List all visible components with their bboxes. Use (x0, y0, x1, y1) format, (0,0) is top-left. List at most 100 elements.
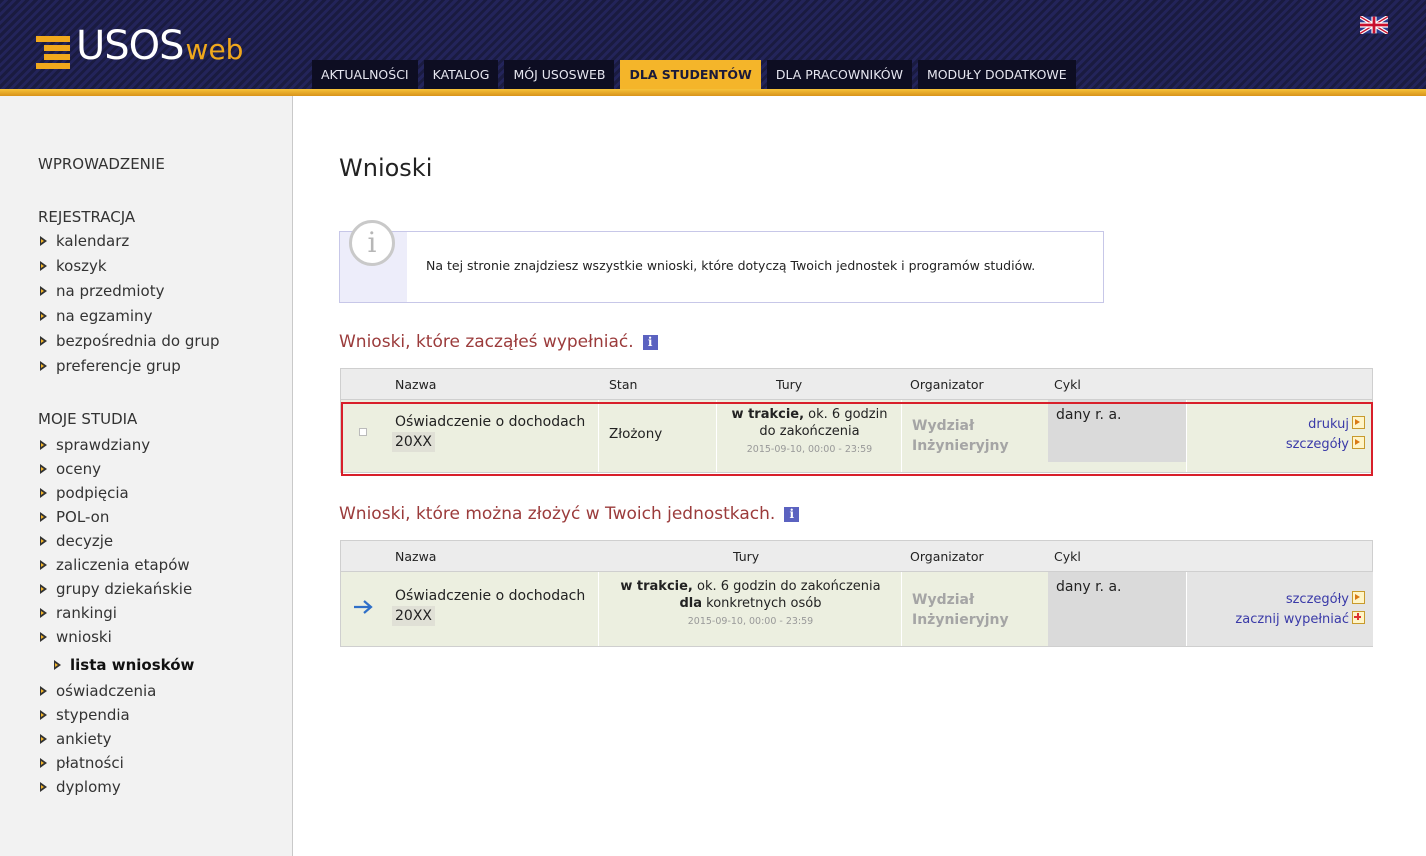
rounds-cell: w trakcie, ok. 6 godzin do zakończenia d… (598, 572, 902, 646)
application-rounds: w trakcie, ok. 6 godzin do zakończenia d… (599, 578, 902, 630)
details-link[interactable]: szczegóły (1285, 436, 1365, 452)
sidebar-item-sprawdziany[interactable]: sprawdziany (40, 436, 150, 454)
status-cell: Złożony (598, 400, 717, 472)
bullet-arrow-icon (40, 361, 47, 371)
sidebar-item-grupy-dziekanskie[interactable]: grupy dziekańskie (40, 580, 192, 598)
round-date: 2015-09-10, 00:00 - 23:59 (746, 444, 873, 455)
sidebar-item-rankingi[interactable]: rankingi (40, 604, 117, 622)
bullet-arrow-icon (40, 464, 47, 474)
header-accent-bar (0, 89, 1426, 96)
sidebar-item-label: kalendarz (56, 232, 130, 250)
sidebar-item-ankiety[interactable]: ankiety (40, 730, 112, 748)
round-status: w trakcie, (731, 407, 805, 422)
bullet-arrow-icon (40, 261, 47, 271)
tab-katalog[interactable]: KATALOG (423, 60, 499, 90)
sidebar-item-label: na egzaminy (56, 307, 153, 325)
application-rounds: w trakcie, ok. 6 godzin do zakończenia 2… (717, 406, 902, 458)
cycle-value: dany r. a. (1056, 579, 1122, 595)
sidebar-heading-rejestracja[interactable]: REJESTRACJA (38, 208, 135, 226)
column-header-organizer: Organizator (910, 549, 984, 564)
column-header-name: Nazwa (395, 549, 437, 564)
application-status: Złożony (609, 426, 663, 442)
row-actions: szczegóły zacznij wypełniać (1235, 590, 1365, 630)
sidebar-heading-wprowadzenie[interactable]: WPROWADZENIE (38, 155, 165, 173)
sidebar-item-label: oceny (56, 460, 102, 478)
tab-aktualnosci[interactable]: AKTUALNOŚCI (312, 60, 418, 90)
bullet-arrow-icon (40, 311, 47, 321)
usosweb-logo[interactable]: USOS web (36, 18, 244, 69)
sidebar-item-koszyk[interactable]: koszyk (40, 257, 107, 275)
round-remaining-2: do zakończenia (759, 424, 860, 439)
rounds-cell: w trakcie, ok. 6 godzin do zakończenia 2… (716, 400, 902, 472)
sidebar-item-label: zaliczenia etapów (56, 556, 190, 574)
sidebar-item-lista-wnioskow[interactable]: lista wniosków (54, 656, 194, 674)
checkbox-icon[interactable] (359, 428, 367, 436)
sidebar-item-kalendarz[interactable]: kalendarz (40, 232, 129, 250)
sidebar-item-podpiecia[interactable]: podpięcia (40, 484, 129, 502)
organizer-line1: Wydział (912, 418, 975, 434)
sidebar-item-label: płatności (56, 754, 124, 772)
start-filling-link-label: zacznij wypełniać (1235, 612, 1349, 627)
round-target: konkretnych osób (702, 596, 822, 611)
sidebar-item-stypendia[interactable]: stypendia (40, 706, 130, 724)
tab-dla-pracownikow[interactable]: DLA PRACOWNIKÓW (766, 60, 912, 90)
sidebar-item-label: preferencje grup (56, 357, 181, 375)
actions-cell: szczegóły zacznij wypełniać (1186, 572, 1373, 646)
sidebar-heading-moje-studia[interactable]: MOJE STUDIA (38, 410, 137, 428)
sidebar-item-zaliczenia-etapow[interactable]: zaliczenia etapów (40, 556, 190, 574)
info-icon[interactable]: i (784, 506, 800, 522)
sidebar-item-label: bezpośrednia do grup (56, 332, 220, 350)
sidebar-item-preferencje-grup[interactable]: preferencje grup (40, 357, 181, 375)
available-applications-table: Nazwa Tury Organizator Cykl Oświadczenie… (340, 540, 1373, 647)
arrow-right-icon[interactable] (353, 600, 373, 614)
sidebar-item-label: lista wniosków (70, 656, 195, 674)
row-actions: drukuj szczegóły (1286, 415, 1365, 455)
logo-mark-icon (36, 28, 72, 69)
column-header-cycle: Cykl (1054, 549, 1081, 564)
logo-subtext: web (185, 33, 244, 66)
sidebar-item-na-przedmioty[interactable]: na przedmioty (40, 282, 165, 300)
uk-flag-icon[interactable] (1360, 16, 1388, 34)
application-name[interactable]: Oświadczenie o dochodach 20XX (392, 412, 586, 452)
bullet-arrow-icon (40, 584, 47, 594)
sidebar-item-bezposrednia-do-grup[interactable]: bezpośrednia do grup (40, 332, 220, 350)
sidebar-item-wnioski[interactable]: wnioski (40, 628, 112, 646)
sidebar-item-label: grupy dziekańskie (56, 580, 193, 598)
sidebar-item-platnosci[interactable]: płatności (40, 754, 124, 772)
tab-dla-studentow[interactable]: DLA STUDENTÓW (620, 60, 761, 90)
sidebar-item-label: oświadczenia (56, 682, 157, 700)
sidebar-item-oceny[interactable]: oceny (40, 460, 101, 478)
sidebar-item-dyplomy[interactable]: dyplomy (40, 778, 121, 796)
sidebar-item-na-egzaminy[interactable]: na egzaminy (40, 307, 152, 325)
bullet-arrow-icon (40, 286, 47, 296)
round-status: w trakcie, (620, 579, 693, 594)
tab-moj-usosweb[interactable]: MÓJ USOSWEB (504, 60, 615, 90)
application-name-text: Oświadczenie o dochodach (395, 414, 586, 430)
bullet-arrow-icon (40, 512, 47, 522)
organizer-cell: Wydział Inżynieryjny (901, 572, 1046, 646)
print-link-label: drukuj (1308, 417, 1349, 432)
section-title-available: Wnioski, które można złożyć w Twoich jed… (339, 504, 800, 524)
application-year: 20XX (392, 606, 435, 626)
application-name[interactable]: Oświadczenie o dochodach 20XX (392, 586, 585, 626)
sidebar-item-decyzje[interactable]: decyzje (40, 532, 113, 550)
tab-moduly-dodatkowe[interactable]: MODUŁY DODATKOWE (917, 60, 1076, 90)
print-link[interactable]: drukuj (1308, 416, 1365, 432)
arrow-right-icon (1352, 591, 1365, 604)
round-target-label: dla (679, 596, 703, 611)
section-title-started: Wnioski, które zacząłeś wypełniać. i (339, 332, 658, 352)
info-icon[interactable]: i (642, 334, 658, 350)
bullet-arrow-icon (40, 782, 47, 792)
sidebar-item-oswiadczenia[interactable]: oświadczenia (40, 682, 156, 700)
details-link-label: szczegóły (1285, 437, 1349, 452)
bullet-arrow-icon (40, 536, 47, 546)
table-row: Oświadczenie o dochodach 20XX w trakcie,… (341, 572, 1373, 646)
table-header: Nazwa Stan Tury Organizator Cykl (341, 369, 1372, 400)
details-link-label: szczegóły (1285, 592, 1349, 607)
details-link[interactable]: szczegóły (1285, 591, 1365, 607)
sidebar-item-pol-on[interactable]: POL-on (40, 508, 109, 526)
sidebar-item-label: rankingi (56, 604, 117, 622)
round-remaining: ok. 6 godzin (804, 407, 888, 422)
start-filling-link[interactable]: zacznij wypełniać (1235, 611, 1365, 627)
column-header-rounds: Tury (733, 549, 760, 564)
